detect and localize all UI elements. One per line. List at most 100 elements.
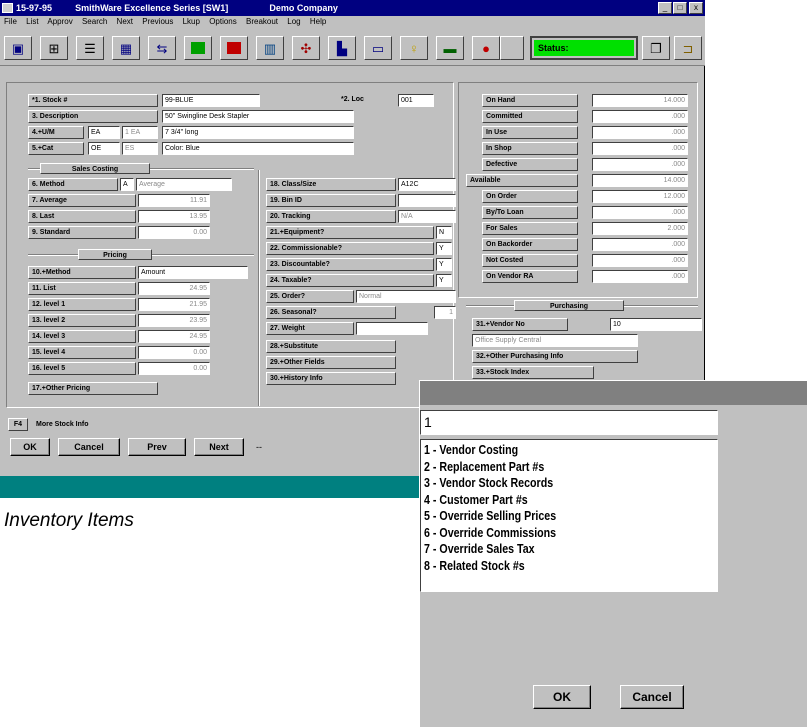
stock-number-field[interactable]: 99-BLUE [162, 94, 260, 107]
menu-log[interactable]: Log [287, 17, 300, 26]
minimize-button[interactable]: _ [658, 2, 672, 14]
money-button[interactable] [184, 36, 212, 60]
blank-button[interactable] [500, 36, 524, 60]
for-sales-field[interactable]: 2.000 [592, 222, 688, 235]
delete-button[interactable] [220, 36, 248, 60]
bin-id-label: 19. Bin ID [266, 194, 396, 207]
menu-options[interactable]: Options [209, 17, 237, 26]
in-shop-field[interactable]: .000 [592, 142, 688, 155]
list-price-field[interactable]: 24.95 [138, 282, 210, 295]
available-field[interactable]: 14.000 [592, 174, 688, 187]
costing-method-field[interactable]: Average [136, 178, 232, 191]
maximize-button[interactable]: □ [673, 2, 687, 14]
f4-key[interactable]: F4 [8, 418, 28, 431]
not-costed-field[interactable]: .000 [592, 254, 688, 267]
other-pricing-button[interactable]: 17.+Other Pricing [28, 382, 158, 395]
level1-price-field[interactable]: 21.95 [138, 298, 210, 311]
vendor-no-field[interactable]: 10 [610, 318, 702, 331]
menu-file[interactable]: File [4, 17, 17, 26]
dialog-ok-button[interactable]: OK [533, 685, 591, 709]
standard-cost-field[interactable]: 0.00 [138, 226, 210, 239]
commissionable-field[interactable]: Y [436, 242, 452, 255]
menu-search[interactable]: Search [82, 17, 107, 26]
location-field[interactable]: 001 [398, 94, 434, 107]
um-description-field[interactable]: 7 3/4" long [162, 126, 354, 139]
tree-button[interactable]: ⊞ [40, 36, 68, 60]
dialog-cancel-button[interactable]: Cancel [620, 685, 684, 709]
list-item[interactable]: 8 - Related Stock #s [424, 558, 662, 575]
transfer-button[interactable]: ⇆ [148, 36, 176, 60]
monitor-button[interactable]: ▭ [364, 36, 392, 60]
order-field[interactable]: Normal [356, 290, 456, 303]
last-cost-field[interactable]: 13.95 [138, 210, 210, 223]
exit-button[interactable]: ⊐ [674, 36, 702, 60]
ok-button[interactable]: OK [10, 438, 50, 456]
selection-input[interactable]: 1 [420, 410, 718, 435]
menu-list[interactable]: List [26, 17, 38, 26]
list-item[interactable]: 3 - Vendor Stock Records [424, 475, 662, 492]
other-purchasing-button[interactable]: 32.+Other Purchasing Info [472, 350, 638, 363]
list-button[interactable]: ☰ [76, 36, 104, 60]
list-item[interactable]: 5 - Override Selling Prices [424, 508, 662, 525]
tracking-field[interactable]: N/A [398, 210, 456, 223]
substitute-button[interactable]: 28.+Substitute [266, 340, 396, 353]
list-item[interactable]: 4 - Customer Part #s [424, 492, 662, 509]
on-hand-field[interactable]: 14.000 [592, 94, 688, 107]
bin-id-field[interactable] [398, 194, 456, 207]
level3-price-field[interactable]: 24.95 [138, 330, 210, 343]
grid-button[interactable]: ▦ [112, 36, 140, 60]
weight-field[interactable] [356, 322, 428, 335]
costing-method-code[interactable]: A [120, 178, 134, 191]
title-app: SmithWare Excellence Series [SW1] [75, 3, 229, 13]
stock-index-button[interactable]: 33.+Stock Index [472, 366, 594, 379]
cancel-button[interactable]: Cancel [58, 438, 120, 456]
by-to-loan-field[interactable]: .000 [592, 206, 688, 219]
description-field[interactable]: 50" Swingline Desk Stapler [162, 110, 354, 123]
card-button[interactable]: ▬ [436, 36, 464, 60]
class-size-field[interactable]: A12C [398, 178, 456, 191]
taxable-field[interactable]: Y [436, 274, 452, 287]
category-description-field[interactable]: Color: Blue [162, 142, 354, 155]
on-backorder-field[interactable]: .000 [592, 238, 688, 251]
menu-breakout[interactable]: Breakout [246, 17, 278, 26]
equipment-field[interactable]: N [436, 226, 452, 239]
close-button[interactable]: x [689, 2, 703, 14]
prev-button[interactable]: Prev [128, 438, 186, 456]
history-info-button[interactable]: 30.+History Info [266, 372, 396, 385]
calculator-button[interactable]: ▥ [256, 36, 284, 60]
chart-button[interactable]: ▙ [328, 36, 356, 60]
discountable-field[interactable]: Y [436, 258, 452, 271]
menu-lkup[interactable]: Lkup [183, 17, 200, 26]
list-item[interactable]: 6 - Override Commissions [424, 525, 662, 542]
lightbulb-button[interactable]: ♀ [400, 36, 428, 60]
menu-next[interactable]: Next [117, 17, 133, 26]
on-order-field[interactable]: 12.000 [592, 190, 688, 203]
list-item[interactable]: 1 - Vendor Costing [424, 442, 662, 459]
menu-help[interactable]: Help [310, 17, 326, 26]
pricing-method-field[interactable]: Amount [138, 266, 248, 279]
defective-field[interactable]: .000 [592, 158, 688, 171]
window-button[interactable]: ❐ [642, 36, 670, 60]
list-item[interactable]: 2 - Replacement Part #s [424, 459, 662, 476]
seasonal-field[interactable]: 1 [434, 306, 456, 319]
save-disk-button[interactable]: ▣ [4, 36, 32, 60]
category-sub-field[interactable]: ES [122, 142, 158, 155]
um-code-field[interactable]: EA [88, 126, 120, 139]
level5-price-field[interactable]: 0.00 [138, 362, 210, 375]
in-use-field[interactable]: .000 [592, 126, 688, 139]
stop-button[interactable]: ● [472, 36, 500, 60]
on-order-label: On Order [482, 190, 578, 203]
compass-button[interactable]: ✣ [292, 36, 320, 60]
menu-approv[interactable]: Approv [47, 17, 72, 26]
on-vendor-ra-field[interactable]: .000 [592, 270, 688, 283]
average-cost-field[interactable]: 11.91 [138, 194, 210, 207]
menu-previous[interactable]: Previous [142, 17, 173, 26]
um-qty-field[interactable]: 1 EA [122, 126, 158, 139]
category-code-field[interactable]: OE [88, 142, 120, 155]
other-fields-button[interactable]: 29.+Other Fields [266, 356, 396, 369]
next-button[interactable]: Next [194, 438, 244, 456]
level4-price-field[interactable]: 0.00 [138, 346, 210, 359]
committed-field[interactable]: .000 [592, 110, 688, 123]
level2-price-field[interactable]: 23.95 [138, 314, 210, 327]
list-item[interactable]: 7 - Override Sales Tax [424, 541, 662, 558]
